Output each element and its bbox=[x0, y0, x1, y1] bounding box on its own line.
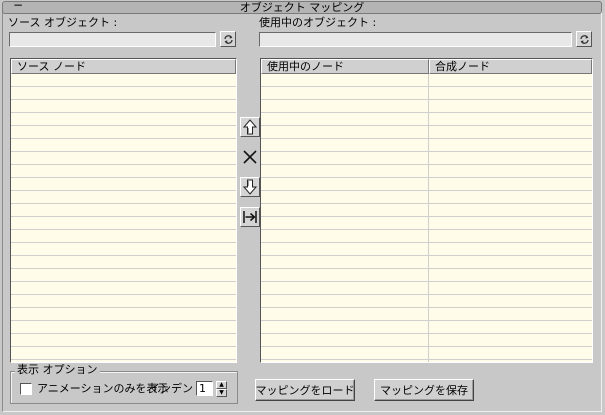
column-source-node[interactable]: ソース ノード bbox=[11, 59, 236, 74]
mapped-list-header: 使用中のノード 合成ノード bbox=[261, 59, 592, 74]
x-icon bbox=[243, 150, 257, 164]
display-options-label: 表示 オプション bbox=[15, 363, 100, 376]
map-right-button[interactable] bbox=[240, 207, 260, 227]
rollout-title: オブジェクト マッピング bbox=[239, 1, 365, 14]
column-composite-node[interactable]: 合成ノード bbox=[429, 59, 592, 74]
target-object-label: 使用中のオブジェクト : bbox=[259, 16, 377, 29]
arrow-down-icon bbox=[242, 179, 258, 195]
target-object-field[interactable] bbox=[259, 32, 572, 47]
column-used-node[interactable]: 使用中のノード bbox=[261, 59, 429, 74]
move-down-button[interactable] bbox=[240, 177, 260, 197]
map-arrow-right-icon bbox=[243, 211, 257, 223]
pick-refresh-icon bbox=[579, 34, 589, 44]
rollout-titlebar[interactable]: − オブジェクト マッピング bbox=[2, 0, 602, 14]
indent-spinner[interactable]: ▲ ▼ bbox=[216, 381, 227, 397]
source-pick-button[interactable] bbox=[220, 31, 236, 47]
spinner-up-icon[interactable]: ▲ bbox=[216, 381, 227, 389]
delete-button[interactable] bbox=[240, 147, 260, 167]
source-object-field[interactable] bbox=[9, 32, 216, 47]
mapped-node-list[interactable]: 使用中のノード 合成ノード bbox=[260, 58, 593, 363]
target-pick-button[interactable] bbox=[576, 31, 592, 47]
load-mapping-button[interactable]: マッピングをロード bbox=[255, 379, 355, 401]
save-mapping-button[interactable]: マッピングを保存 bbox=[374, 379, 474, 401]
indent-field[interactable]: 1 bbox=[196, 381, 213, 396]
column-divider bbox=[428, 74, 429, 362]
animation-only-checkbox[interactable] bbox=[20, 383, 32, 395]
move-up-button[interactable] bbox=[240, 117, 260, 137]
spinner-down-icon[interactable]: ▼ bbox=[216, 389, 227, 397]
source-object-label: ソース オブジェクト : bbox=[8, 16, 118, 29]
pick-refresh-icon bbox=[223, 34, 233, 44]
source-list-header: ソース ノード bbox=[11, 59, 236, 74]
source-node-list[interactable]: ソース ノード bbox=[10, 58, 237, 363]
arrow-up-icon bbox=[242, 119, 258, 135]
